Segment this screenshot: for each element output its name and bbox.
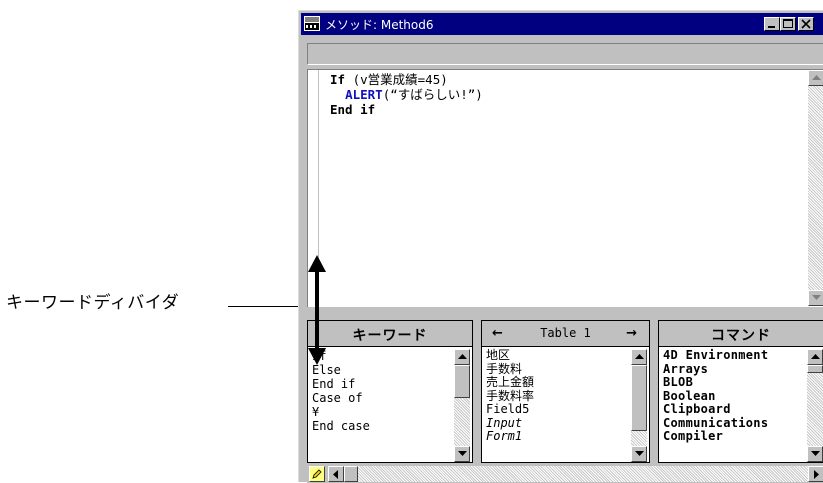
tables-header: ← Table 1 → (482, 321, 649, 347)
down-arrow-icon (458, 451, 467, 456)
down-arrow-icon (635, 451, 644, 456)
list-item[interactable]: BLOB (663, 375, 768, 390)
list-item[interactable]: Boolean (663, 389, 768, 404)
list-item[interactable]: 4D Environment (663, 348, 768, 363)
method-window-icon (304, 16, 320, 31)
keywords-title: キーワード (352, 328, 428, 344)
up-arrow-icon (458, 354, 467, 359)
scroll-down-button[interactable] (454, 446, 470, 462)
list-item[interactable]: End if (312, 377, 370, 391)
list-item[interactable]: 手数料率 (486, 389, 534, 404)
editor-toolbar (307, 43, 823, 65)
list-item[interactable]: 地区 (486, 348, 534, 363)
down-arrow-icon (811, 451, 820, 456)
title-bar[interactable]: メソッド: Method6 (301, 13, 823, 35)
commands-panel: コマンド 4D Environment Arrays BLOB Boolean … (658, 320, 823, 463)
keyword-divider[interactable] (307, 307, 823, 317)
code-keyword: If (330, 72, 346, 87)
scroll-up-button[interactable] (807, 349, 823, 365)
minimize-icon (768, 26, 775, 28)
list-item[interactable]: Input (486, 416, 534, 431)
list-item[interactable]: 手数料 (486, 362, 534, 377)
list-item[interactable]: Clipboard (663, 402, 768, 417)
keywords-header: キーワード (308, 321, 472, 347)
minimize-button[interactable] (764, 17, 780, 31)
list-item[interactable]: Arrays (663, 362, 768, 377)
fields-list[interactable]: 地区 手数料 売上金額 手数料率 Field5 Input Form1 (486, 348, 534, 444)
scroll-down-button[interactable] (807, 446, 823, 462)
method-editor-window: メソッド: Method6 If (v営業成績=45) ALERT(“すばらしい… (298, 10, 823, 483)
editor-vertical-scrollbar[interactable] (808, 70, 823, 306)
divider-drag-arrow (308, 255, 326, 365)
list-item[interactable]: 売上金額 (486, 375, 534, 390)
list-item[interactable]: End case (312, 419, 370, 433)
commands-header: コマンド (659, 321, 823, 347)
pencil-icon (312, 469, 322, 479)
commands-scrollbar[interactable] (807, 349, 823, 462)
window-title: メソッド: Method6 (325, 18, 434, 32)
scroll-left-button[interactable] (328, 466, 344, 482)
code-text: (v営業成績=45) (345, 72, 448, 87)
list-item[interactable]: Form1 (486, 429, 534, 444)
scroll-up-button[interactable] (808, 70, 823, 86)
list-item[interactable]: Communications (663, 416, 768, 431)
commands-title: コマンド (711, 328, 771, 344)
scroll-thumb[interactable] (631, 365, 647, 431)
list-item[interactable]: Field5 (486, 402, 534, 417)
keyword-divider-annotation: キーワードディバイダ (6, 293, 180, 313)
maximize-button[interactable] (780, 17, 796, 31)
pencil-button[interactable] (309, 466, 325, 482)
table-name: Table 1 (540, 326, 591, 340)
code-area[interactable]: If (v営業成績=45) ALERT(“すばらしい!”) End if (330, 72, 483, 117)
scroll-down-button[interactable] (631, 446, 647, 462)
fields-scrollbar[interactable] (631, 349, 647, 462)
list-item[interactable]: ¥ (312, 405, 370, 419)
scroll-down-button[interactable] (808, 290, 823, 306)
code-editor[interactable]: If (v営業成績=45) ALERT(“すばらしい!”) End if (307, 69, 823, 307)
up-arrow-icon (811, 354, 820, 359)
bottom-bar (307, 465, 823, 483)
list-item[interactable]: Else (312, 363, 370, 377)
close-icon (801, 19, 811, 29)
list-item[interactable]: Case of (312, 391, 370, 405)
up-arrow-icon (812, 75, 821, 80)
keywords-scrollbar[interactable] (454, 349, 470, 462)
scroll-up-button[interactable] (454, 349, 470, 365)
right-arrow-icon (814, 470, 819, 479)
commands-list[interactable]: 4D Environment Arrays BLOB Boolean Clipb… (663, 348, 768, 444)
tables-panel: ← Table 1 → 地区 手数料 売上金額 手数料率 Field5 Inpu… (481, 320, 650, 463)
code-line: If (v営業成績=45) (330, 72, 483, 87)
scroll-thumb[interactable] (807, 365, 823, 373)
close-button[interactable] (798, 17, 814, 31)
code-line: ALERT(“すばらしい!”) (330, 87, 483, 102)
scroll-right-button[interactable] (808, 466, 823, 482)
scroll-thumb[interactable] (344, 466, 358, 482)
scroll-up-button[interactable] (631, 349, 647, 365)
up-arrow-icon (635, 354, 644, 359)
down-arrow-icon (812, 295, 821, 300)
left-arrow-icon (333, 470, 338, 479)
code-command: ALERT (345, 87, 383, 102)
code-line: End if (330, 102, 483, 117)
scroll-thumb[interactable] (454, 365, 470, 398)
code-keyword: End if (330, 102, 376, 117)
maximize-icon (783, 19, 793, 28)
next-table-arrow[interactable]: → (626, 326, 637, 341)
horizontal-scrollbar[interactable] (328, 466, 823, 482)
list-item[interactable]: Compiler (663, 429, 768, 444)
code-text: (“すばらしい!”) (382, 87, 483, 102)
